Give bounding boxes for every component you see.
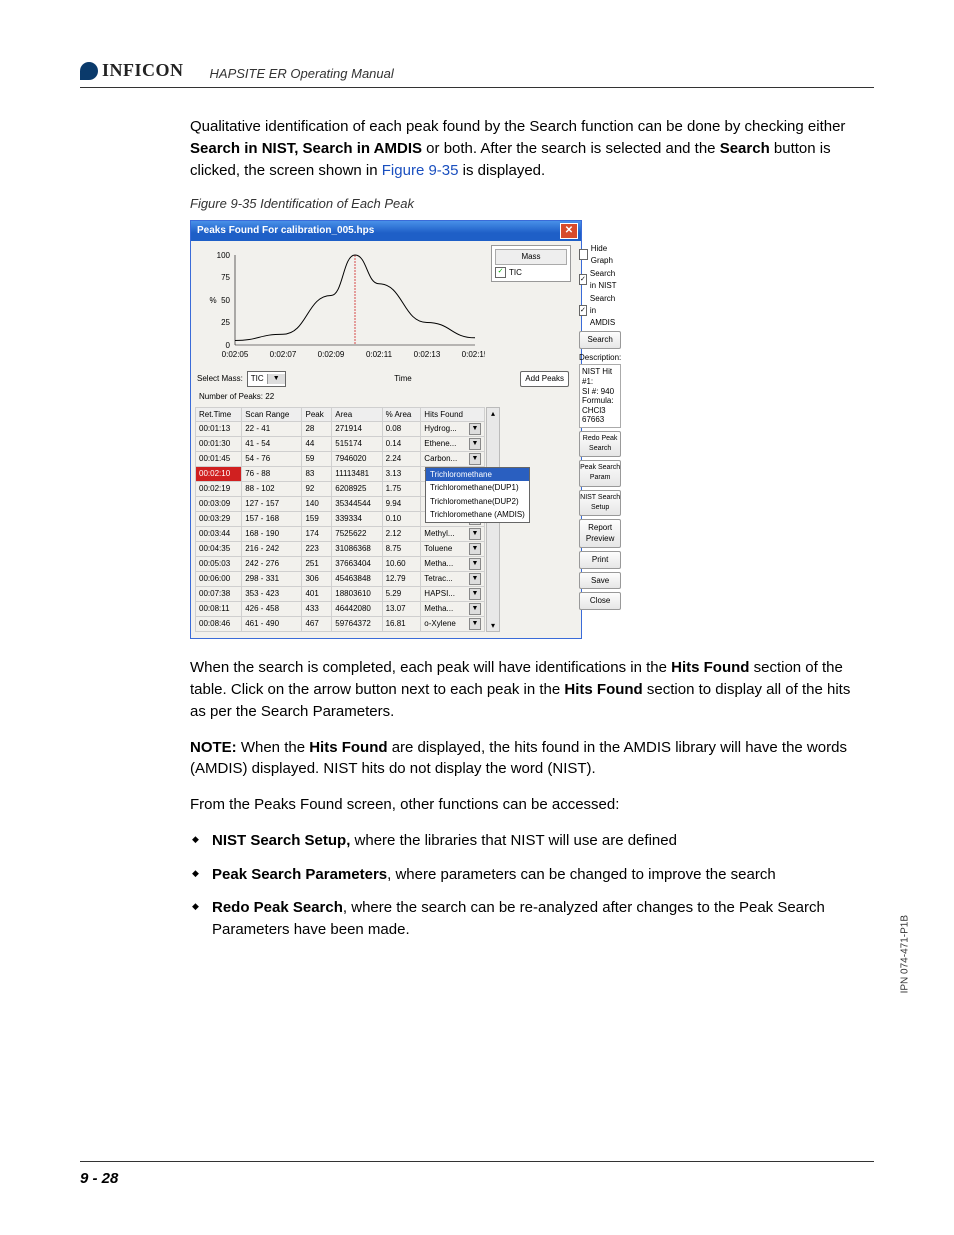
redo-peak-search-button[interactable]: Redo Peak Search — [579, 431, 621, 457]
peaks-found-window: Peaks Found For calibration_005.hps ✕ — [190, 220, 582, 639]
x-axis-label: Time — [290, 373, 517, 385]
hits-dropdown-icon[interactable]: ▼ — [469, 453, 481, 465]
table-row[interactable]: 00:04:35216 - 242223310863688.75Toluene▼ — [196, 542, 485, 557]
hits-dropdown-icon[interactable]: ▼ — [469, 423, 481, 435]
paragraph-3: From the Peaks Found screen, other funct… — [190, 794, 854, 816]
table-row[interactable]: 00:01:4554 - 765979460202.24Carbon...▼ — [196, 452, 485, 467]
logo: INFICON — [80, 60, 184, 81]
hide-graph-checkbox[interactable]: Hide Graph — [579, 243, 621, 266]
paragraph-1: Qualitative identification of each peak … — [190, 116, 854, 181]
table-header[interactable]: Scan Range — [242, 407, 302, 422]
scroll-down-icon: ▾ — [491, 620, 495, 632]
save-button[interactable]: Save — [579, 572, 621, 590]
svg-text:100: 100 — [217, 251, 231, 260]
tic-checkbox[interactable]: ✓ — [495, 267, 506, 278]
page-footer: 9 - 28 — [80, 1161, 874, 1187]
svg-text:0:02:09: 0:02:09 — [318, 350, 345, 359]
svg-text:%: % — [209, 296, 216, 305]
hits-dropdown-icon[interactable]: ▼ — [469, 558, 481, 570]
table-row[interactable]: 00:03:44168 - 19017475256222.12Methyl...… — [196, 527, 485, 542]
table-header[interactable]: Area — [332, 407, 382, 422]
peaks-count-label: Number of Peaks: 22 — [191, 389, 575, 405]
search-amdis-checkbox[interactable]: ✓Search in AMDIS — [579, 293, 621, 328]
hits-dropdown-icon[interactable]: ▼ — [469, 543, 481, 555]
description-box: NIST Hit #1:SI #: 940Formula: CHCl3 6766… — [579, 364, 621, 428]
dropdown-item[interactable]: Trichloromethane (AMDIS) — [426, 508, 529, 522]
bullet-item: Peak Search Parameters, where parameters… — [212, 864, 854, 886]
table-header[interactable]: Peak — [302, 407, 332, 422]
svg-text:75: 75 — [221, 273, 230, 282]
svg-text:0:02:05: 0:02:05 — [222, 350, 249, 359]
dropdown-item[interactable]: Trichloromethane(DUP2) — [426, 495, 529, 509]
table-header[interactable]: % Area — [382, 407, 421, 422]
svg-text:0:02:13: 0:02:13 — [414, 350, 441, 359]
close-icon[interactable]: ✕ — [560, 223, 578, 239]
figure-caption: Figure 9-35 Identification of Each Peak — [190, 195, 854, 214]
svg-text:0:02:15: 0:02:15 — [462, 350, 485, 359]
figure-reference: Figure 9-35 — [382, 162, 459, 179]
right-panel: Hide Graph ✓Search in NIST ✓Search in AM… — [575, 241, 625, 638]
tic-chart: 0 25 50 75 100 % 0:02:05 0:02:07 0:02:09 0:… — [195, 245, 485, 365]
table-row[interactable]: 00:08:11426 - 4584334644208013.07Metha..… — [196, 602, 485, 617]
description-label: Description: — [579, 352, 621, 364]
window-titlebar[interactable]: Peaks Found For calibration_005.hps ✕ — [191, 221, 581, 241]
print-button[interactable]: Print — [579, 551, 621, 569]
note-paragraph: NOTE: When the Hits Found are displayed,… — [190, 737, 854, 781]
table-header[interactable]: Ret.Time — [196, 407, 242, 422]
svg-text:0:02:07: 0:02:07 — [270, 350, 297, 359]
select-mass-label: Select Mass: — [197, 373, 243, 385]
page-number: 9 - 28 — [80, 1170, 118, 1187]
hits-dropdown-icon[interactable]: ▼ — [469, 603, 481, 615]
hits-dropdown-icon[interactable]: ▼ — [469, 573, 481, 585]
peak-search-params-button[interactable]: Peak Search Param — [579, 460, 621, 486]
scroll-up-icon: ▴ — [491, 408, 495, 420]
hits-dropdown-icon[interactable]: ▼ — [469, 618, 481, 630]
close-button[interactable]: Close — [579, 592, 621, 610]
table-row[interactable]: 00:06:00298 - 3313064546384812.79Tetrac.… — [196, 572, 485, 587]
svg-text:0: 0 — [226, 341, 231, 350]
table-row[interactable]: 00:01:1322 - 41282719140.08Hydrog...▼ — [196, 422, 485, 437]
page-header: INFICON HAPSITE ER Operating Manual — [80, 60, 874, 88]
window-title: Peaks Found For calibration_005.hps — [197, 224, 374, 239]
paragraph-2: When the search is completed, each peak … — [190, 657, 854, 722]
chart-legend: Mass ✓ TIC — [491, 245, 571, 282]
hits-dropdown-icon[interactable]: ▼ — [469, 438, 481, 450]
svg-text:0:02:11: 0:02:11 — [366, 350, 393, 359]
mass-button[interactable]: Mass — [495, 249, 567, 265]
logo-mark-icon — [80, 62, 98, 80]
bullet-list: NIST Search Setup, where the libraries t… — [190, 830, 854, 941]
dropdown-item[interactable]: Trichloromethane — [426, 468, 529, 482]
search-nist-checkbox[interactable]: ✓Search in NIST — [579, 268, 621, 291]
dropdown-item[interactable]: Trichloromethane(DUP1) — [426, 481, 529, 495]
hits-dropdown-icon[interactable]: ▼ — [469, 528, 481, 540]
manual-title: HAPSITE ER Operating Manual — [210, 66, 394, 81]
bullet-item: Redo Peak Search, where the search can b… — [212, 897, 854, 941]
add-peaks-button[interactable]: Add Peaks — [520, 371, 569, 387]
search-button[interactable]: Search — [579, 331, 621, 349]
bullet-item: NIST Search Setup, where the libraries t… — [212, 830, 854, 852]
nist-search-setup-button[interactable]: NIST Search Setup — [579, 490, 621, 516]
ipn-label: IPN 074-471-P1B — [899, 915, 910, 993]
table-header[interactable]: Hits Found — [421, 407, 485, 422]
table-row[interactable]: 00:07:38353 - 423401188036105.29HAPSI...… — [196, 587, 485, 602]
hits-found-dropdown[interactable]: TrichloromethaneTrichloromethane(DUP1)Tr… — [425, 467, 530, 523]
svg-text:50: 50 — [221, 296, 230, 305]
table-row[interactable]: 00:01:3041 - 54445151740.14Ethene...▼ — [196, 437, 485, 452]
select-mass-dropdown[interactable]: TIC▼ — [247, 371, 286, 387]
svg-text:25: 25 — [221, 318, 230, 327]
report-preview-button[interactable]: Report Preview — [579, 519, 621, 548]
chevron-down-icon: ▼ — [267, 374, 285, 384]
hits-dropdown-icon[interactable]: ▼ — [469, 588, 481, 600]
logo-text: INFICON — [102, 60, 184, 81]
table-row[interactable]: 00:08:46461 - 4904675976437216.81o-Xylen… — [196, 617, 485, 632]
table-row[interactable]: 00:05:03242 - 2762513766340410.60Metha..… — [196, 557, 485, 572]
